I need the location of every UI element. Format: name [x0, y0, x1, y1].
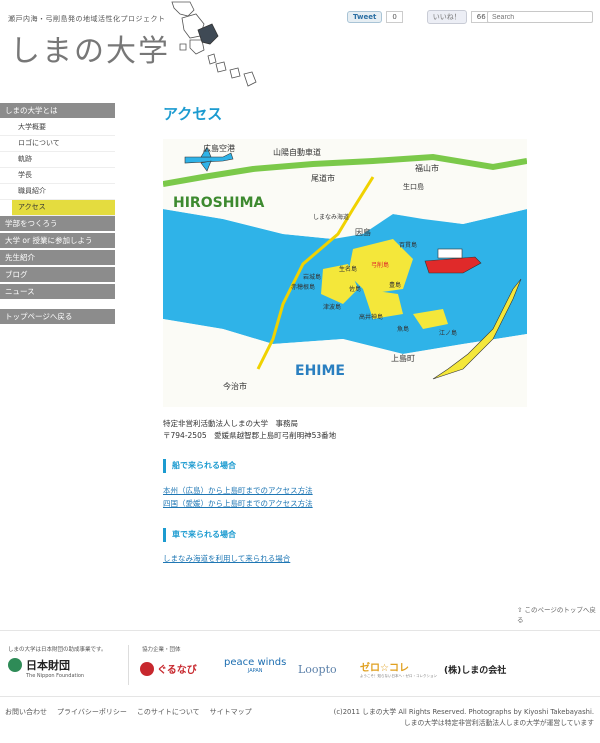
map-label-iwagi: 岩城島 [303, 273, 321, 281]
tweet-count: 0 [386, 11, 403, 23]
address-organization: 特定非営利活動法人しまの大学 事務局 [163, 419, 298, 428]
peacewinds-logo[interactable]: peace winds JAPAN [224, 657, 286, 674]
gurunavi-name: ぐるなび [157, 665, 197, 676]
footer-link-about[interactable]: このサイトについて [137, 707, 200, 717]
pagetop-link[interactable]: ⇧ このページのトップへ戻る [517, 604, 600, 624]
map-label-innoshima: 因島 [355, 227, 371, 237]
sidebar-item-teachers[interactable]: 先生紹介 [0, 250, 115, 265]
zerokore-logo[interactable]: ゼロ☆コレ ようこそ！知らない日本へ・ゼロ・コレクション [360, 659, 437, 679]
sponsors-area: しまの大学は日本財団の助成事業です。 協力企業・団体 日本財団 The Nipp… [0, 630, 600, 691]
footer-link-contact[interactable]: お問い合わせ [5, 707, 47, 717]
sidebar-item-top[interactable]: トップページへ戻る [0, 309, 115, 324]
sidebar-item-news[interactable]: ニュース [0, 284, 115, 299]
map-label-hiroshima: HIROSHIMA [173, 195, 265, 211]
gurunavi-icon [140, 661, 154, 676]
zerokore-sub: ようこそ！知らない日本へ・ゼロ・コレクション [360, 674, 437, 678]
copyright-line1: (c)2011 しまの大学 All Rights Reserved. Photo… [333, 708, 594, 716]
site-tagline: 瀬戸内海・弓削島発の地域活性化プロジェクト [8, 15, 166, 23]
map-label-ehime: EHIME [295, 363, 345, 379]
sidebar-item-staff[interactable]: 職員紹介 [0, 184, 115, 200]
map-label-imabari: 今治市 [223, 381, 247, 391]
site-header: 瀬戸内海・弓削島発の地域活性化プロジェクト しまの大学 Tweet 0 いいね！… [0, 0, 600, 95]
footer-links: お問い合わせ プライバシーポリシー このサイトについて サイトマップ [5, 707, 252, 717]
access-map: 広島空港 山陽自動車道 福山市 尾道市 HIROSHIMA しまなみ海道 因島 … [163, 139, 527, 407]
social-buttons: Tweet 0 いいね！ 66 [347, 10, 492, 24]
sidebar-item-overview[interactable]: 大学概要 [0, 120, 115, 136]
footer-link-sitemap[interactable]: サイトマップ [210, 707, 252, 717]
map-label-onomichi: 尾道市 [311, 173, 335, 183]
sidebar-item-logo[interactable]: ロゴについて [0, 136, 115, 152]
nippon-foundation-logo[interactable]: 日本財団 The Nippon Foundation [8, 657, 108, 679]
sidebar-item-about[interactable]: しまの大学とは [0, 103, 115, 118]
pagetop-arrow-icon: ⇧ [517, 606, 523, 614]
map-label-momoshima: 百貫島 [399, 241, 417, 249]
map-label-sakuma: 豊島 [389, 281, 401, 289]
map-label-shimanami: しまなみ海道 [313, 213, 349, 221]
shima-company-logo[interactable]: (株)しまの会社 [444, 663, 506, 676]
zerokore-name: ゼロ☆コレ [360, 663, 409, 674]
map-label-kamijima: 上島町 [391, 353, 415, 363]
map-label-eshima: 江ノ島 [439, 329, 457, 337]
link-ship-shikoku[interactable]: 四国（愛媛）から上島町までのアクセス方法 [163, 498, 313, 509]
sidebar-item-join[interactable]: 大学 or 授業に参加しよう [0, 233, 115, 248]
peacewinds-sub: JAPAN [247, 668, 263, 674]
map-label-akahoshi: 赤穂根島 [291, 283, 315, 291]
search-input[interactable] [487, 11, 593, 23]
sidebar-item-access[interactable]: アクセス [12, 200, 115, 216]
sidebar-item-blog[interactable]: ブログ [0, 267, 115, 282]
map-label-fukuyama: 福山市 [415, 163, 439, 173]
map-label-airport: 広島空港 [203, 143, 235, 153]
link-car-shimanami[interactable]: しまなみ海道を利用して来られる場合 [163, 553, 290, 564]
island-logo-icon [171, 1, 257, 87]
nippon-foundation-icon [8, 658, 22, 672]
sidebar-item-president[interactable]: 学長 [0, 168, 115, 184]
page-title: アクセス [163, 105, 223, 123]
sponsor-divider [128, 645, 129, 685]
sidebar-nav: しまの大学とは 大学概要 ロゴについて 軌跡 学長 職員紹介 アクセス 学部をつ… [0, 103, 115, 326]
pagetop-label: このページのトップへ戻る [517, 606, 596, 624]
link-ship-honshu[interactable]: 本州（広島）から上島町までのアクセス方法 [163, 485, 313, 496]
gurunavi-logo[interactable]: ぐるなび [140, 661, 197, 676]
footer-link-privacy[interactable]: プライバシーポリシー [57, 707, 127, 717]
main-content: アクセス 広島空港 山陽自動車道 福山市 尾道市 HIROSHIMA しまなみ海… [163, 103, 600, 624]
tweet-button[interactable]: Tweet [347, 11, 383, 23]
peacewinds-name: peace winds [224, 657, 287, 668]
like-button[interactable]: いいね！ [426, 10, 467, 24]
nippon-foundation-en: The Nippon Foundation [26, 673, 85, 679]
sponsor-label: 協力企業・団体 [142, 647, 181, 653]
map-label-yuge: 弓削島 [371, 261, 389, 269]
sidebar-item-history[interactable]: 軌跡 [0, 152, 115, 168]
section-heading-car: 車で来られる場合 [163, 528, 236, 542]
map-label-tsuhama: 津波島 [323, 303, 341, 311]
nippon-foundation-name: 日本財団 [26, 659, 70, 672]
address-block: 特定非営利活動法人しまの大学 事務局 〒794-2505 愛媛県越智郡上島町弓削… [163, 418, 336, 442]
copyright: (c)2011 しまの大学 All Rights Reserved. Photo… [334, 707, 594, 729]
site-footer: お問い合わせ プライバシーポリシー このサイトについて サイトマップ (c)20… [0, 696, 600, 743]
address-postal: 〒794-2505 愛媛県越智郡上島町弓削明神53番地 [163, 431, 337, 440]
section-heading-ship: 船で来られる場合 [163, 459, 236, 473]
site-logo[interactable]: しまの大学 [10, 26, 170, 70]
map-label-takai: 高井神島 [359, 313, 383, 321]
map-label-expressway: 山陽自動車道 [273, 147, 321, 157]
copyright-line2: しまの大学は特定非営利活動法人しまの大学が運営しています [403, 719, 594, 727]
sidebar-item-faculty[interactable]: 学部をつくろう [0, 216, 115, 231]
map-label-uoshima: 魚島 [397, 325, 409, 333]
map-label-ikuchi: 生口島 [403, 182, 424, 191]
map-label-sashima: 佐島 [349, 285, 361, 293]
sponsor-note: しまの大学は日本財団の助成事業です。 [8, 647, 107, 653]
loopto-logo[interactable]: Loopto [298, 663, 337, 676]
map-label-setoda: 生名島 [339, 265, 357, 273]
